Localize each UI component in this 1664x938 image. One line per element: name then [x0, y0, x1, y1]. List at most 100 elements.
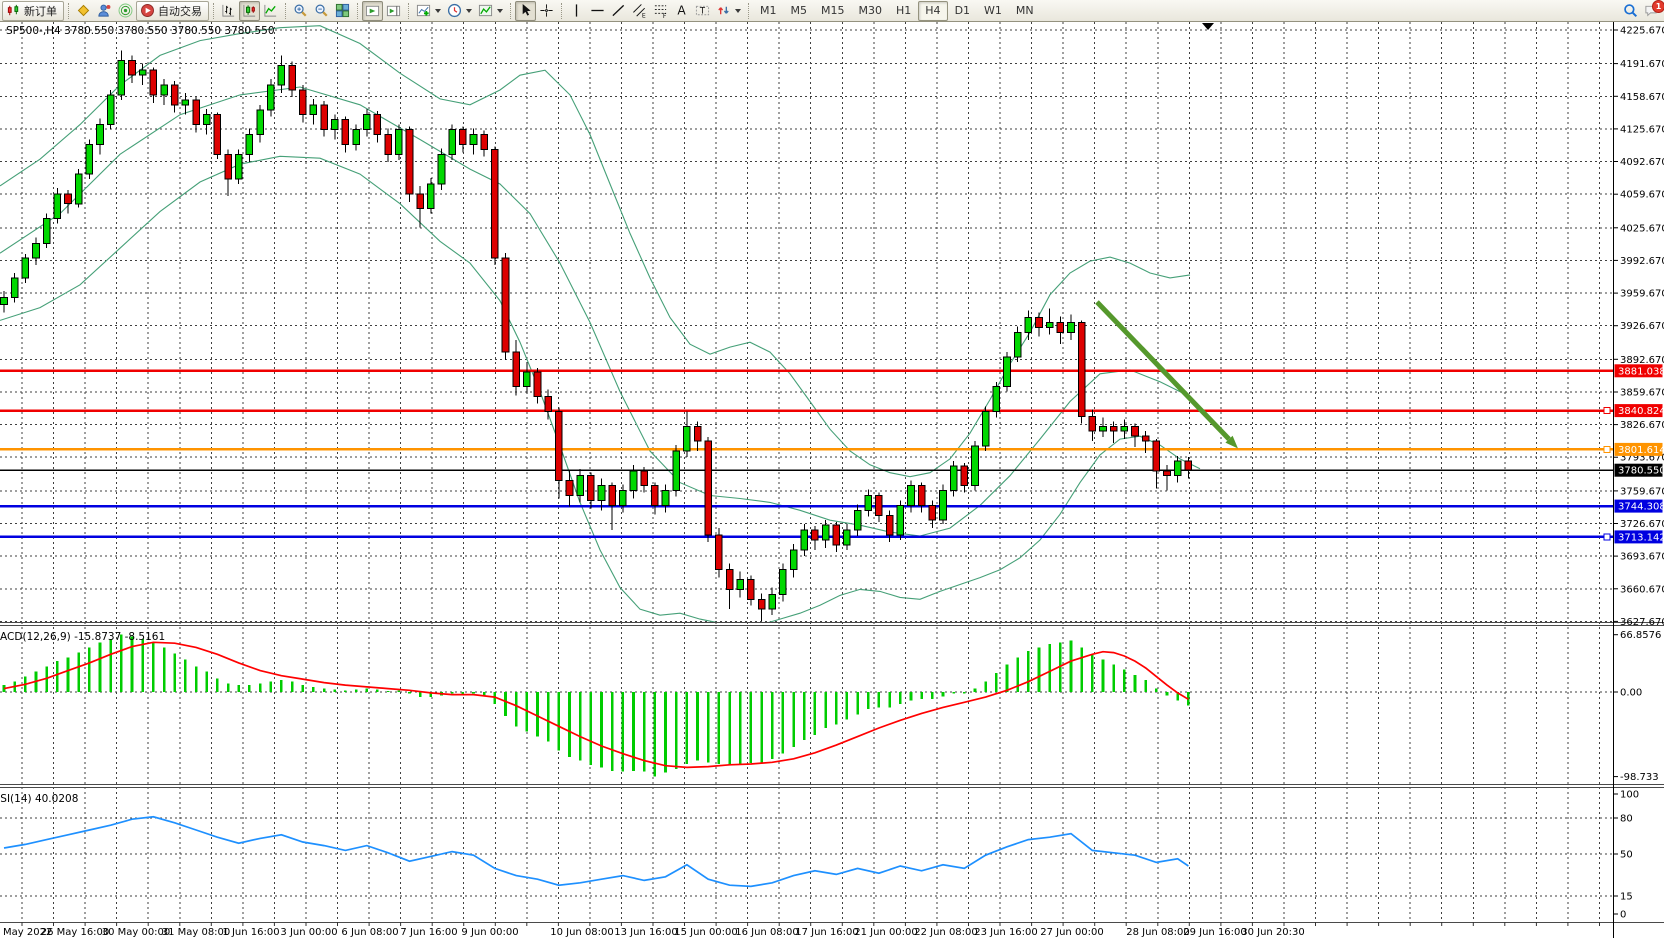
svg-text:4191.670: 4191.670: [1620, 59, 1664, 70]
zoom-in-icon: [293, 3, 308, 18]
svg-text:3892.670: 3892.670: [1620, 355, 1664, 366]
timeframe-h1[interactable]: H1: [889, 1, 918, 21]
signals-icon[interactable]: [115, 1, 136, 21]
svg-text:30 May 00:00: 30 May 00:00: [102, 927, 171, 938]
svg-text:22 Jun 08:00: 22 Jun 08:00: [914, 927, 978, 938]
crosshair-icon[interactable]: [536, 1, 557, 21]
timeframe-d1[interactable]: D1: [948, 1, 977, 21]
svg-text:23 Jun 16:00: 23 Jun 16:00: [974, 927, 1038, 938]
auto-scroll-icon: [365, 3, 380, 18]
ohlc-label: SP500-,H4 3780.550 3780.550 3780.550 378…: [6, 25, 275, 37]
indicators-icon[interactable]: [413, 1, 444, 21]
chart-canvas[interactable]: 4225.6704191.6704158.6704125.6704092.670…: [0, 22, 1664, 938]
periods-icon: [447, 3, 462, 18]
chevron-down-icon: [497, 9, 503, 13]
chart-area[interactable]: 4225.6704191.6704158.6704125.6704092.670…: [0, 22, 1664, 938]
text-icon[interactable]: A: [671, 1, 692, 21]
svg-text:29 Jun 16:00: 29 Jun 16:00: [1183, 927, 1247, 938]
timeframe-h4[interactable]: H4: [918, 1, 947, 21]
tile-windows-icon[interactable]: [332, 1, 353, 21]
cursor-icon[interactable]: [515, 1, 536, 21]
vertical-line-icon[interactable]: [566, 1, 587, 21]
horizontal-line-icon[interactable]: [587, 1, 608, 21]
svg-text:16 Jun 08:00: 16 Jun 08:00: [735, 927, 799, 938]
svg-text:A: A: [677, 4, 686, 18]
svg-text:0: 0: [1620, 910, 1626, 921]
zoom-in-icon[interactable]: [290, 1, 311, 21]
timeframe-mn[interactable]: MN: [1009, 1, 1041, 21]
chart-shift-icon[interactable]: [383, 1, 404, 21]
shapes-icon[interactable]: [713, 1, 744, 21]
svg-text:30 Jun 20:30: 30 Jun 20:30: [1241, 927, 1305, 938]
templates-icon[interactable]: [475, 1, 506, 21]
fibonacci-icon: F: [653, 3, 668, 18]
svg-text:13 Jun 16:00: 13 Jun 16:00: [614, 927, 678, 938]
new-order-button-label: 新订单: [24, 3, 57, 19]
chevron-down-icon: [466, 9, 472, 13]
svg-text:31 May 08:00: 31 May 08:00: [162, 927, 231, 938]
autotrading-button-label: 自动交易: [158, 3, 202, 19]
svg-text:3992.670: 3992.670: [1620, 256, 1664, 267]
svg-text:50: 50: [1620, 850, 1633, 861]
macd-label: MACD(12,26,9) -15.8737 -8.5161: [0, 631, 165, 643]
toolbar-separator: [748, 3, 749, 19]
timeframe-m30[interactable]: M30: [852, 1, 890, 21]
timeframe-m1[interactable]: M1: [753, 1, 784, 21]
svg-text:3713.142: 3713.142: [1618, 532, 1664, 543]
bar-chart-icon: [221, 3, 236, 18]
search-button[interactable]: [1620, 1, 1641, 21]
search-icon: [1623, 3, 1638, 18]
autotrading-button[interactable]: 自动交易: [136, 1, 209, 21]
line-chart-icon[interactable]: [260, 1, 281, 21]
toolbar-separator: [561, 3, 562, 19]
chevron-down-icon: [435, 9, 441, 13]
periods-icon[interactable]: [444, 1, 475, 21]
trendline-icon: [611, 3, 626, 18]
rsi-label: RSI(14) 40.0208: [0, 793, 78, 805]
svg-text:4092.670: 4092.670: [1620, 157, 1664, 168]
zoom-out-icon[interactable]: [311, 1, 332, 21]
svg-text:F: F: [663, 13, 667, 18]
new-order-icon: [6, 3, 21, 18]
svg-text:26 May 16:00: 26 May 16:00: [41, 927, 110, 938]
timeframe-m5[interactable]: M5: [784, 1, 815, 21]
notifications-button[interactable]: 1: [1641, 1, 1662, 21]
svg-text:3 Jun 00:00: 3 Jun 00:00: [280, 927, 337, 938]
svg-text:1 Jun 16:00: 1 Jun 16:00: [222, 927, 279, 938]
svg-text:4059.670: 4059.670: [1620, 190, 1664, 201]
community-icon[interactable]: [94, 1, 115, 21]
svg-text:3801.614: 3801.614: [1618, 445, 1664, 456]
metaeditor-icon[interactable]: [73, 1, 94, 21]
timeframe-m15[interactable]: M15: [814, 1, 852, 21]
toolbar-separator: [285, 3, 286, 19]
svg-text:4225.670: 4225.670: [1620, 26, 1664, 37]
toolbar-separator: [213, 3, 214, 19]
toolbar-right-group: 1: [1620, 1, 1662, 21]
line-chart-icon: [263, 3, 278, 18]
svg-text:3826.670: 3826.670: [1620, 420, 1664, 431]
trendline-icon[interactable]: [608, 1, 629, 21]
bar-chart-icon[interactable]: [218, 1, 239, 21]
new-order-button[interactable]: 新订单: [2, 1, 64, 21]
candlestick-chart-icon[interactable]: [239, 1, 260, 21]
svg-text:3959.670: 3959.670: [1620, 289, 1664, 300]
channel-icon: E: [632, 3, 647, 18]
svg-text:3726.670: 3726.670: [1620, 519, 1664, 530]
auto-scroll-icon[interactable]: [362, 1, 383, 21]
candlestick-chart-icon: [242, 3, 257, 18]
channel-icon[interactable]: E: [629, 1, 650, 21]
chevron-down-icon: [735, 9, 741, 13]
svg-text:3840.824: 3840.824: [1618, 406, 1664, 417]
label-icon[interactable]: T: [692, 1, 713, 21]
svg-text:9 Jun 00:00: 9 Jun 00:00: [461, 927, 518, 938]
svg-text:100: 100: [1620, 790, 1639, 801]
timeframe-w1[interactable]: W1: [977, 1, 1009, 21]
svg-text:15: 15: [1620, 892, 1633, 903]
notification-badge: 1: [1652, 0, 1664, 13]
svg-text:-98.733: -98.733: [1620, 772, 1659, 783]
fibonacci-icon[interactable]: F: [650, 1, 671, 21]
toolbar-separator: [357, 3, 358, 19]
indicators-icon: [416, 3, 431, 18]
tile-windows-icon: [335, 3, 350, 18]
toolbar-separator: [68, 3, 69, 19]
